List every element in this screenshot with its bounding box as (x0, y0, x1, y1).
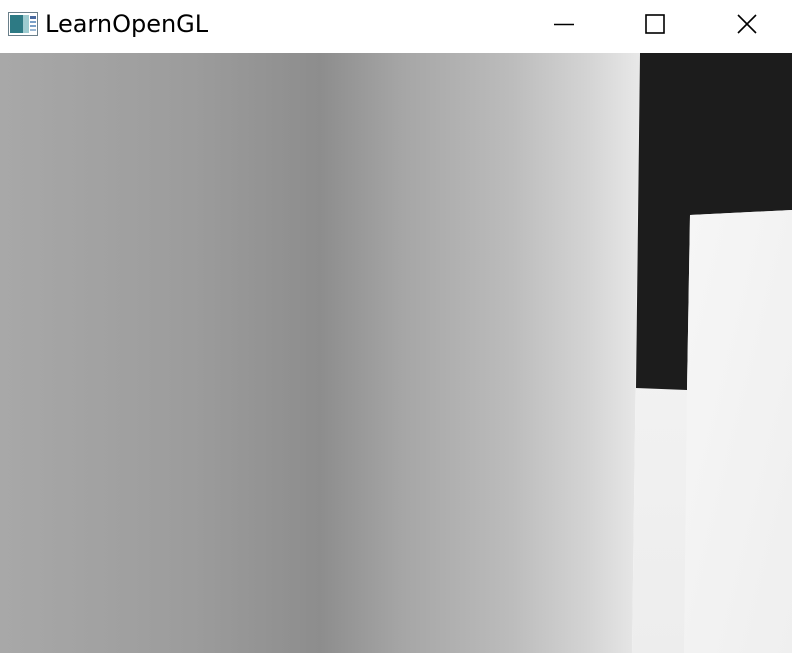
minimize-icon (554, 23, 574, 26)
app-window: LearnOpenGL (0, 0, 792, 653)
maximize-button[interactable] (610, 0, 700, 48)
window-title: LearnOpenGL (45, 10, 209, 38)
minimize-button[interactable] (519, 0, 609, 48)
close-icon (737, 14, 757, 34)
maximize-icon (645, 14, 665, 34)
opengl-app-icon (8, 12, 38, 36)
light-panel (684, 210, 792, 653)
wall-surface (0, 53, 640, 653)
rendered-scene (0, 53, 792, 653)
opengl-viewport[interactable] (0, 53, 792, 653)
title-bar[interactable]: LearnOpenGL (0, 0, 792, 53)
close-button[interactable] (702, 0, 792, 48)
